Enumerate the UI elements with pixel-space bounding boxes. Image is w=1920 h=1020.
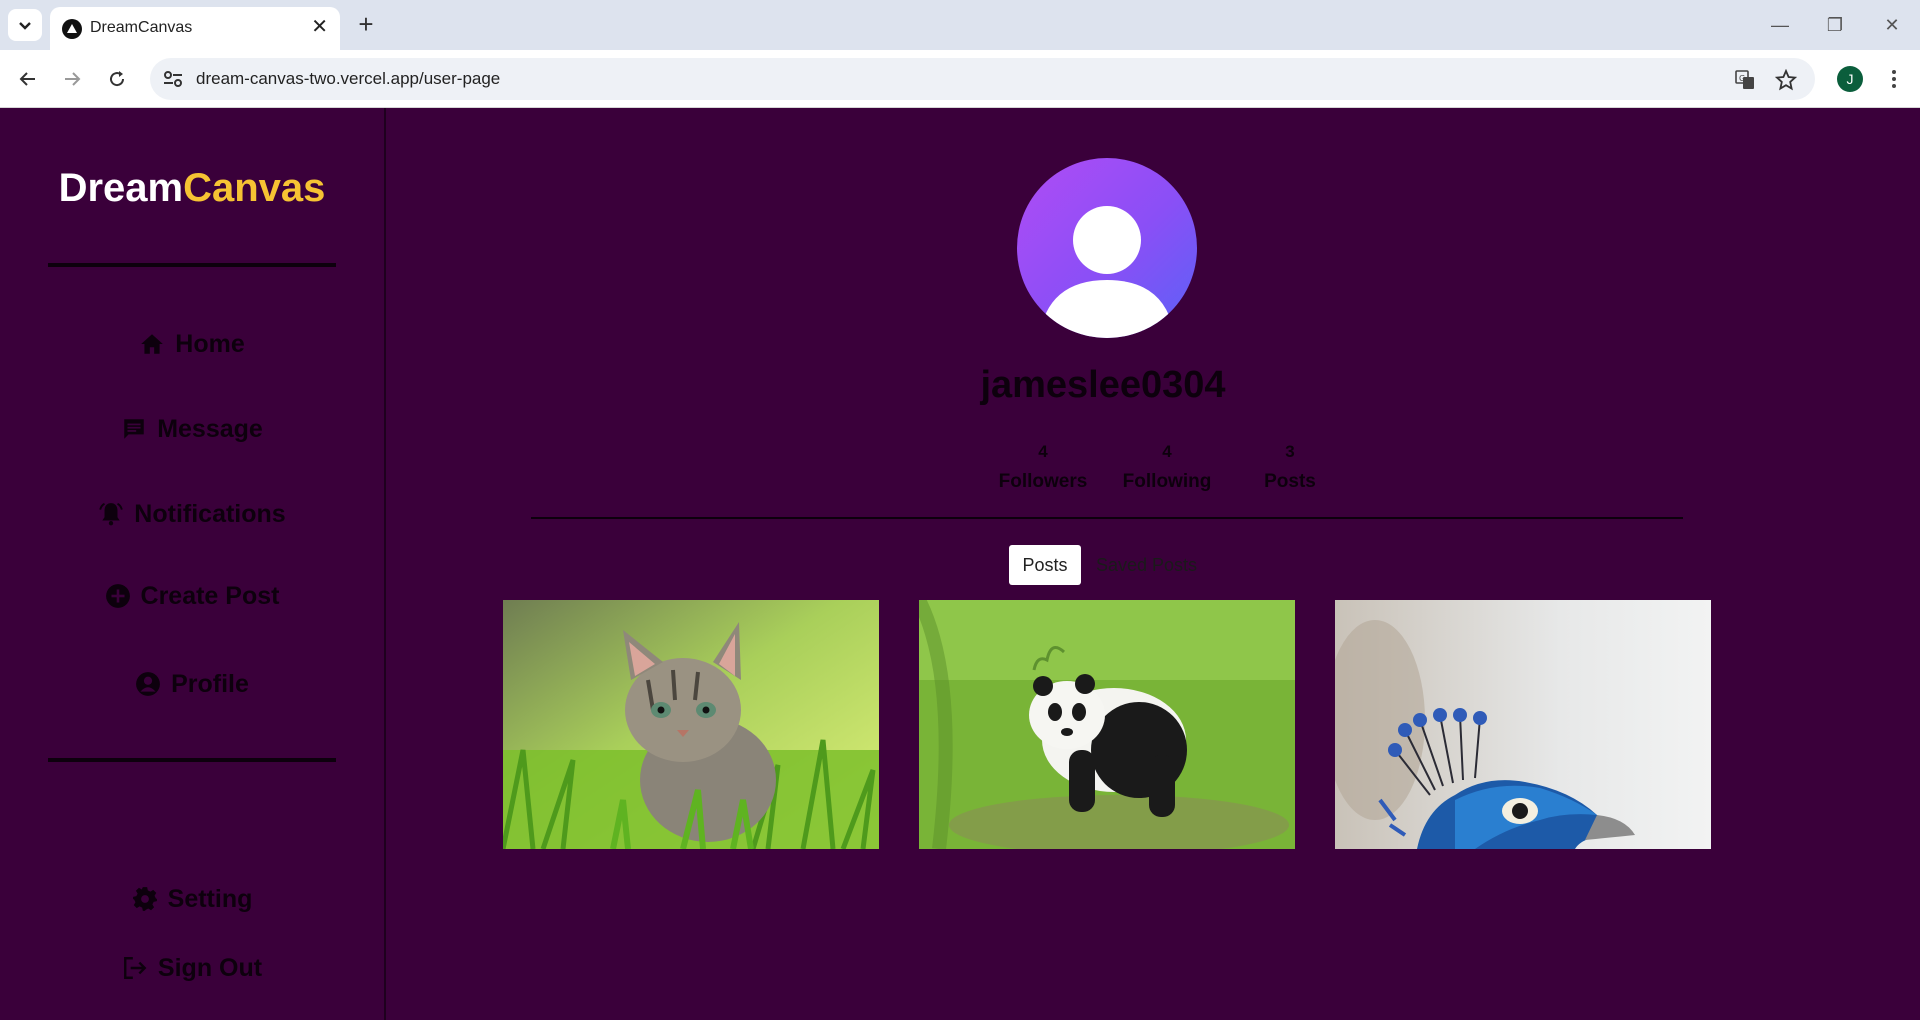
stat-posts: 3 Posts (1230, 442, 1350, 493)
browser-menu-icon[interactable] (1884, 64, 1904, 94)
sidebar-item-profile[interactable]: Profile (0, 664, 384, 704)
sidebar-item-label: Sign Out (157, 953, 263, 982)
sign-out-icon (123, 957, 147, 979)
sidebar-item-sign-out[interactable]: Sign Out (0, 948, 384, 988)
profile-main: jameslee0304 4 Followers 4 Following 3 P… (386, 108, 1920, 1020)
arrow-left-icon (19, 72, 35, 86)
profile-username: jameslee0304 (980, 364, 1226, 406)
sidebar-item-label: Message (157, 414, 263, 443)
svg-text:G: G (1739, 74, 1745, 83)
post-thumbnail-kitten[interactable] (503, 600, 879, 849)
plus-circle-icon (105, 584, 130, 608)
tab-saved-posts[interactable]: Saved Posts (1096, 545, 1197, 585)
sidebar-item-setting[interactable]: Setting (0, 879, 384, 919)
translate-icon[interactable]: G (1733, 68, 1757, 92)
sidebar-item-label: Setting (167, 884, 253, 913)
url-text[interactable]: dream-canvas-two.vercel.app/user-page (196, 69, 500, 89)
forward-button[interactable] (56, 63, 88, 95)
kitten-image (503, 600, 879, 849)
close-window-button[interactable]: ✕ (1872, 10, 1912, 40)
peacock-image (1335, 600, 1711, 849)
panda-image (919, 600, 1295, 849)
stat-posts-label: Posts (1264, 471, 1316, 492)
sidebar-divider-bottom (48, 758, 336, 762)
minimize-button[interactable]: — (1760, 10, 1800, 40)
sidebar-item-label: Create Post (140, 581, 280, 610)
arrow-right-icon (65, 72, 81, 86)
post-thumbnail-peacock[interactable] (1335, 600, 1711, 849)
stat-following-label: Following (1122, 471, 1212, 492)
tab-search-button[interactable] (8, 9, 42, 41)
stat-followers[interactable]: 4 Followers (983, 442, 1103, 493)
reload-button[interactable] (101, 63, 133, 95)
post-thumbnail-panda[interactable] (919, 600, 1295, 849)
new-tab-button[interactable]: + (350, 8, 382, 40)
reload-icon (110, 71, 125, 87)
profile-avatar[interactable] (1017, 158, 1197, 338)
gear-icon (132, 887, 157, 911)
stat-followers-value: 4 (1038, 442, 1048, 461)
browser-tab[interactable]: DreamCanvas ✕ (50, 7, 340, 50)
logo[interactable]: DreamCanvas (0, 166, 384, 211)
browser-tab-bar: DreamCanvas ✕ + — ❐ ✕ (0, 0, 1920, 50)
sidebar-item-label: Profile (171, 669, 249, 698)
bell-icon (99, 502, 124, 526)
bookmark-star-icon[interactable] (1774, 68, 1798, 92)
message-icon (124, 419, 144, 439)
sidebar-divider-top (48, 263, 336, 267)
tab-title: DreamCanvas (90, 19, 193, 36)
profile-divider (531, 517, 1683, 519)
stat-following-value: 4 (1162, 442, 1172, 461)
sidebar-item-create-post[interactable]: Create Post (0, 576, 384, 616)
app-root: DreamCanvas Home Message Notifications C… (0, 108, 1920, 1020)
chevron-down-icon (19, 22, 31, 30)
home-icon (141, 334, 164, 354)
stat-following[interactable]: 4 Following (1107, 442, 1227, 493)
favicon-icon (62, 19, 82, 39)
close-tab-icon[interactable]: ✕ (311, 16, 328, 38)
sidebar-item-message[interactable]: Message (0, 409, 384, 449)
sidebar: DreamCanvas Home Message Notifications C… (0, 108, 386, 1020)
user-circle-icon (136, 672, 161, 696)
user-avatar-icon (1039, 206, 1175, 338)
sidebar-item-home[interactable]: Home (0, 324, 384, 364)
address-bar: dream-canvas-two.vercel.app/user-page G … (0, 50, 1920, 108)
sidebar-item-notifications[interactable]: Notifications (0, 494, 384, 534)
stat-posts-value: 3 (1285, 442, 1295, 461)
sidebar-item-label: Notifications (134, 499, 286, 528)
tab-posts[interactable]: Posts (1009, 545, 1081, 585)
omnibox[interactable]: dream-canvas-two.vercel.app/user-page G (150, 58, 1815, 100)
back-button[interactable] (12, 63, 44, 95)
sidebar-item-label: Home (175, 329, 245, 358)
browser-profile-avatar[interactable]: J (1837, 66, 1863, 92)
restore-button[interactable]: ❐ (1815, 10, 1855, 40)
site-info-icon[interactable] (162, 69, 184, 89)
stat-followers-label: Followers (998, 471, 1088, 492)
